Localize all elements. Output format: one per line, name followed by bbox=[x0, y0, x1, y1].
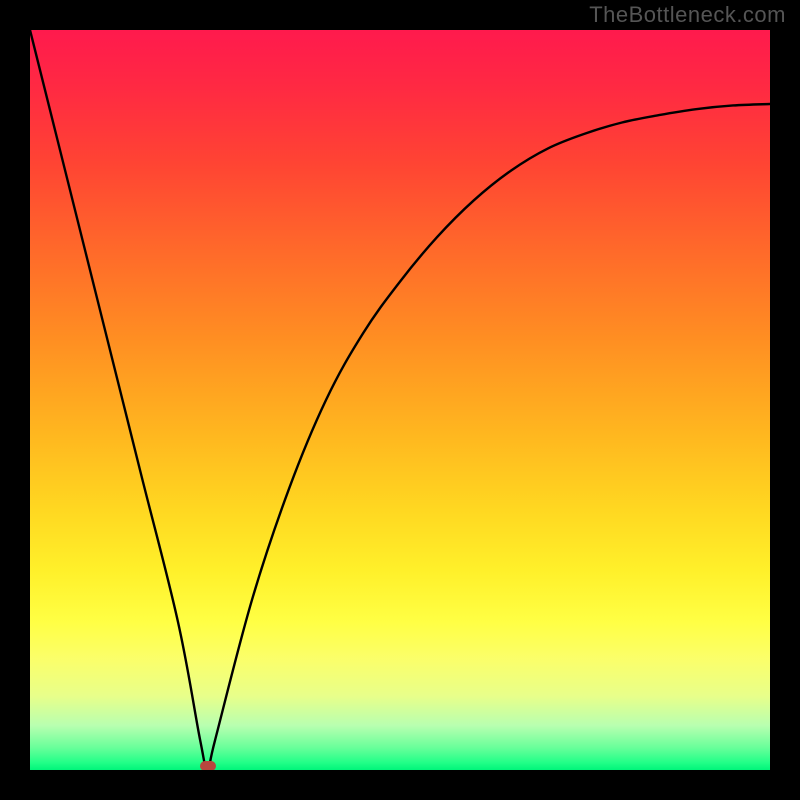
chart-frame: TheBottleneck.com bbox=[0, 0, 800, 800]
minimum-marker bbox=[200, 761, 216, 770]
watermark-label: TheBottleneck.com bbox=[589, 2, 786, 28]
bottleneck-curve bbox=[30, 30, 770, 770]
plot-area bbox=[30, 30, 770, 770]
